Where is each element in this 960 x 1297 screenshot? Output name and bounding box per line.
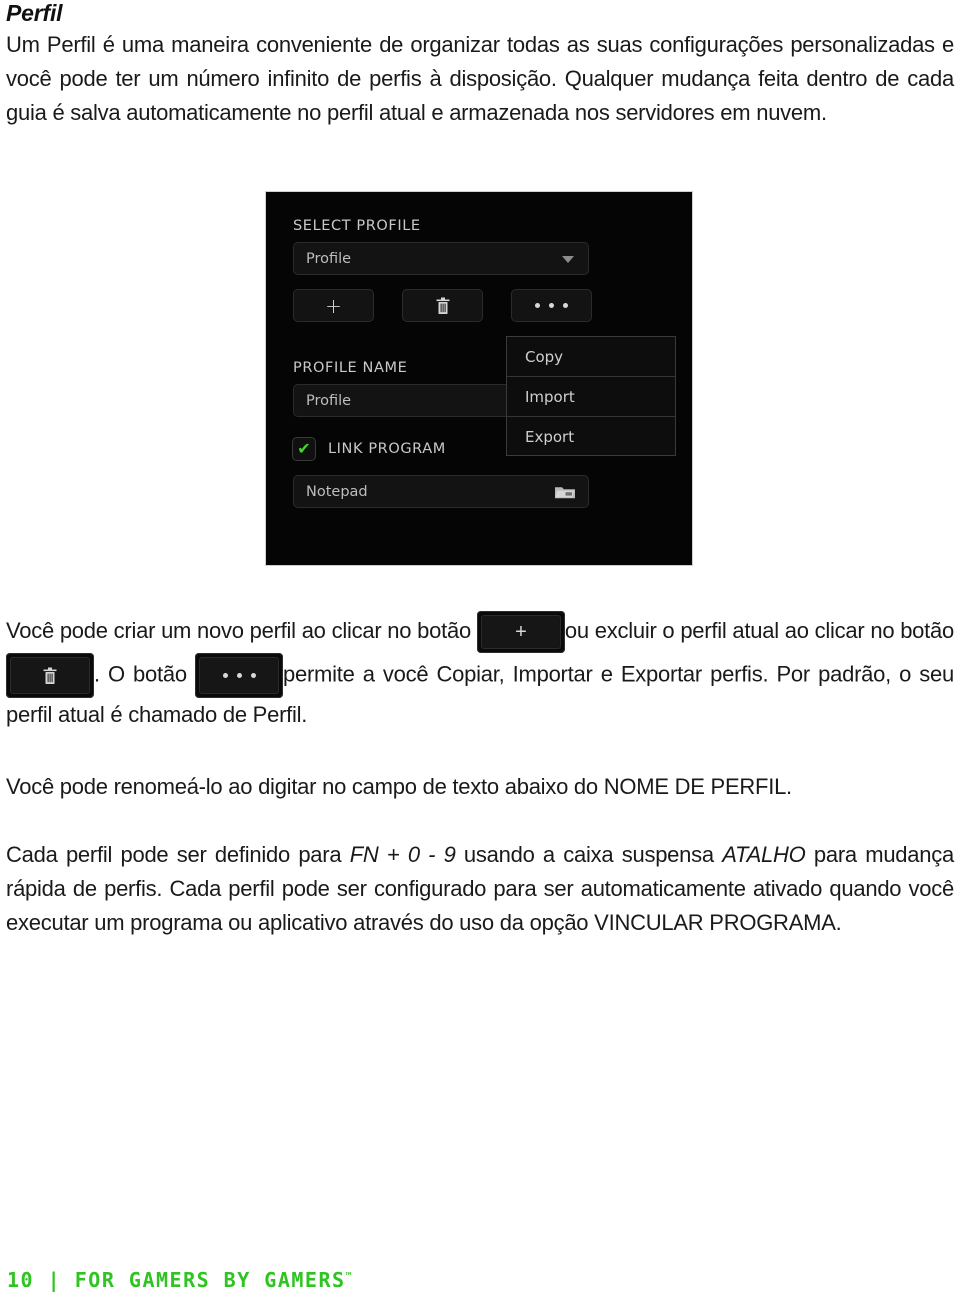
inline-add-profile-button: + <box>476 611 565 653</box>
context-menu-item-export[interactable]: Export <box>507 417 675 457</box>
page-footer: 10 | FOR GAMERS BY GAMERS™ <box>7 1268 353 1292</box>
more-options-button[interactable] <box>511 289 592 322</box>
paragraph-shortcut: Cada perfil pode ser definido para FN + … <box>6 838 954 940</box>
paragraph-rename: Você pode renomeá-lo ao digitar no campo… <box>6 774 792 799</box>
profile-name-value: Profile <box>306 392 352 409</box>
ellipsis-icon <box>535 303 568 308</box>
document-page: Perfil Um Perfil é uma maneira convenien… <box>0 0 960 1297</box>
link-program-checkbox-row[interactable]: ✔ LINK PROGRAM <box>292 437 446 461</box>
context-menu-item-copy[interactable]: Copy <box>507 337 675 377</box>
text-after-add-chip: ou excluir o perfil atual ao clicar no b… <box>564 617 954 643</box>
inline-more-options-button <box>195 653 283 698</box>
shortcut-emphasis-fn: FN + 0 - 9 <box>349 842 456 867</box>
profile-context-menu[interactable]: Copy Import Export <box>506 336 676 456</box>
footer-trademark: ™ <box>345 1271 354 1283</box>
paragraph-intro: Um Perfil é uma maneira conveniente de o… <box>6 32 954 125</box>
check-icon: ✔ <box>297 439 311 458</box>
plus-icon: + <box>325 293 342 318</box>
chevron-down-icon <box>562 255 574 263</box>
link-program-label: LINK PROGRAM <box>328 441 446 457</box>
profile-select-dropdown[interactable]: Profile <box>293 242 589 275</box>
footer-separator: | <box>47 1268 62 1292</box>
linked-program-value: Notepad <box>306 483 368 500</box>
profile-name-label: PROFILE NAME <box>293 360 408 376</box>
text-after-delete-chip: . O botão <box>94 661 195 687</box>
shortcut-text-part2: usando a caixa suspensa <box>455 842 723 867</box>
inline-delete-profile-button <box>6 653 94 698</box>
footer-page-number: 10 <box>7 1268 35 1292</box>
add-profile-button[interactable]: + <box>293 289 374 322</box>
trash-icon <box>43 667 57 685</box>
select-profile-label: SELECT PROFILE <box>293 218 421 234</box>
context-menu-item-import[interactable]: Import <box>507 377 675 417</box>
text-before-add-chip: Você pode criar um novo perfil ao clicar… <box>6 617 477 643</box>
profile-select-value: Profile <box>306 250 352 267</box>
shortcut-text-part1: Cada perfil pode ser definido para <box>6 842 350 867</box>
footer-tagline: FOR GAMERS BY GAMERS <box>74 1268 346 1292</box>
delete-profile-button[interactable] <box>402 289 483 322</box>
linked-program-input[interactable]: Notepad <box>293 475 589 508</box>
ellipsis-icon <box>222 673 256 678</box>
plus-icon: + <box>515 621 527 643</box>
folder-icon[interactable] <box>554 484 576 500</box>
paragraph-buttons: Você pode criar um novo perfil ao clicar… <box>6 611 954 732</box>
trash-icon <box>436 297 450 315</box>
page-title: Perfil <box>6 0 63 26</box>
razer-synapse-profile-panel-screenshot: SELECT PROFILE Profile + Copy Import Exp… <box>265 191 693 566</box>
shortcut-emphasis-atalho: ATALHO <box>722 842 806 867</box>
link-program-checkbox[interactable]: ✔ <box>292 437 316 461</box>
